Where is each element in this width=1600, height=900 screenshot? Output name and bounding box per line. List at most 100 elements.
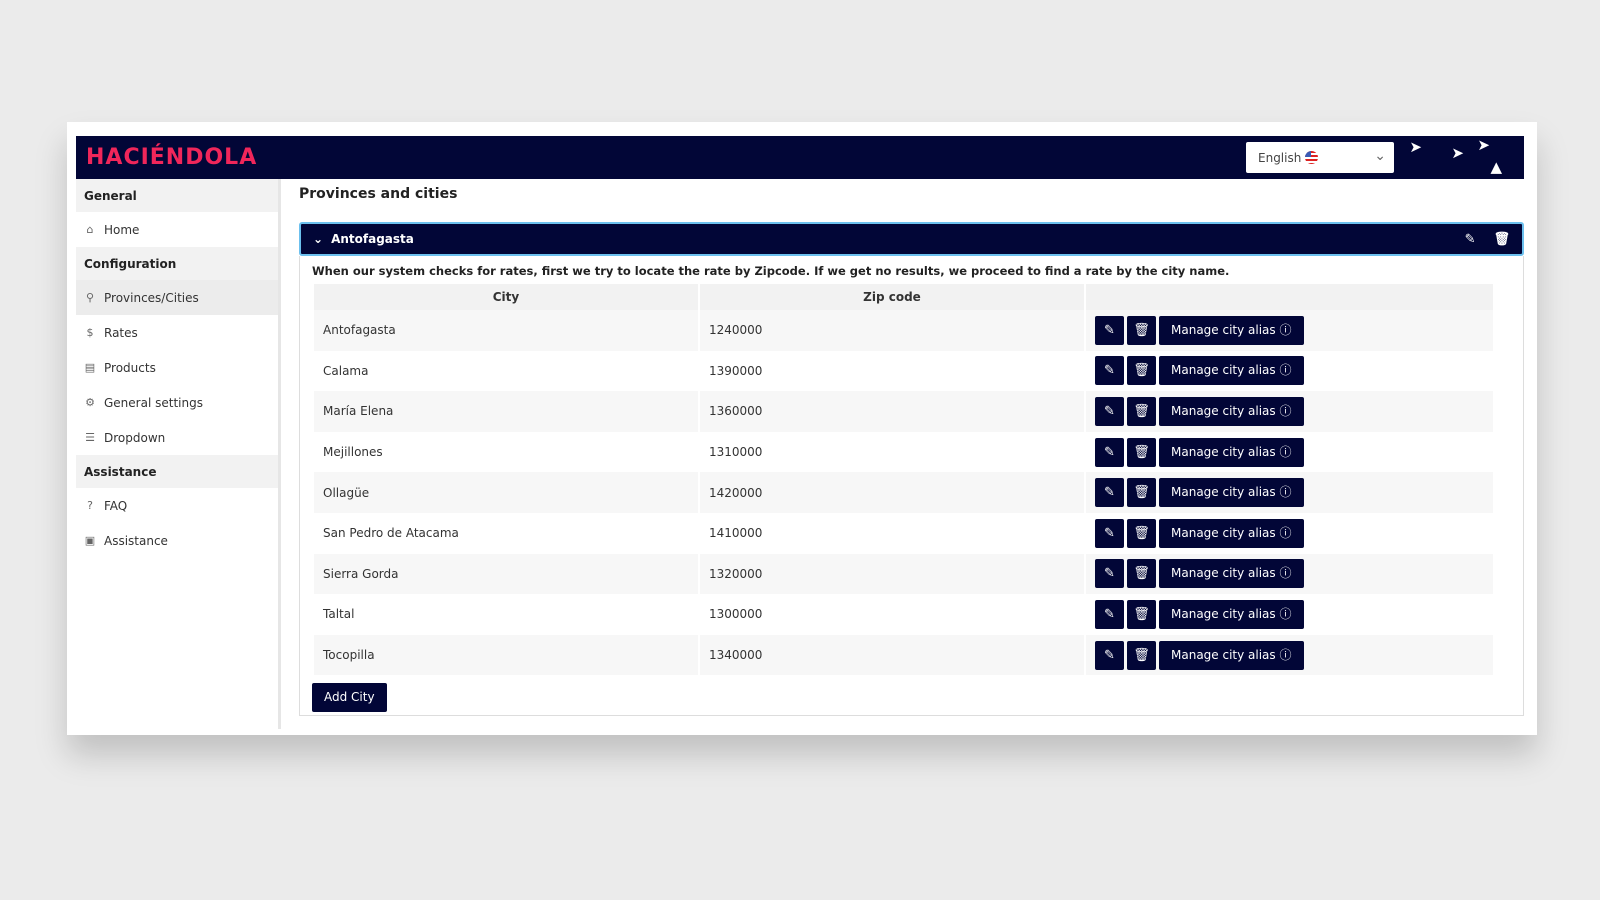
sidebar-item-label: Assistance [104, 533, 168, 548]
sidebar-section-configuration: Configuration [76, 247, 278, 280]
logo: HACIÉNDOLA [86, 145, 258, 170]
alias-label: Manage city alias [1171, 403, 1276, 418]
table-row: Calama 1390000 ✎ 🗑 Manage city alias ⓘ [314, 351, 1493, 392]
delete-city-button[interactable]: 🗑 [1127, 356, 1156, 386]
column-header-city: City [314, 284, 698, 310]
edit-city-button[interactable]: ✎ [1095, 396, 1124, 426]
edit-city-button[interactable]: ✎ [1095, 599, 1124, 629]
manage-city-alias-button[interactable]: Manage city alias ⓘ [1159, 396, 1304, 426]
table-row: San Pedro de Atacama 1410000 ✎ 🗑 Manage ci… [314, 513, 1493, 554]
zip-cell: 1240000 [700, 310, 1084, 351]
add-city-button[interactable]: Add City [312, 683, 387, 713]
help-circle-icon: ⓘ [1279, 606, 1292, 621]
edit-city-button[interactable]: ✎ [1095, 559, 1124, 589]
delete-city-button[interactable]: 🗑 [1127, 599, 1156, 629]
language-select[interactable]: English ⌄ [1246, 142, 1394, 173]
delete-city-button[interactable]: 🗑 [1127, 396, 1156, 426]
us-flag-icon [1305, 151, 1319, 164]
city-cell: María Elena [314, 391, 698, 432]
edit-city-button[interactable]: ✎ [1095, 356, 1124, 386]
sidebar-item-label: FAQ [104, 498, 128, 513]
zip-cell: 1320000 [700, 553, 1084, 595]
sidebar: General ⌂ Home Configuration ⚲ Provinces/Citi… [76, 179, 281, 729]
manage-city-alias-button[interactable]: Manage city alias ⓘ [1159, 518, 1304, 548]
sidebar-item-label: General settings [104, 395, 203, 410]
city-cell: Tocopilla [314, 634, 698, 676]
actions-cell: ✎ 🗑 Manage city alias ⓘ [1086, 351, 1493, 392]
manage-city-alias-button[interactable]: Manage city alias ⓘ [1159, 356, 1304, 386]
alias-label: Manage city alias [1171, 606, 1276, 621]
city-cell: Taltal [323, 607, 355, 622]
edit-city-button[interactable]: ✎ [1095, 640, 1124, 670]
zip-cell: 1420000 [700, 472, 1084, 513]
actions-cell: ✎ 🗑 Manage city alias ⓘ [1086, 391, 1493, 432]
manage-city-alias-button[interactable]: Manage city alias ⓘ [1159, 599, 1304, 629]
column-header-actions [1086, 284, 1493, 310]
table-row: María Elena 1360000 ✎ 🗑 Manage city alias … [314, 391, 1493, 432]
question-icon: ? [87, 499, 93, 512]
table-row: Sierra Gorda 1320000 ✎ 🗑 Manage city alias… [314, 553, 1493, 595]
table-row: Tocopilla 1340000 ✎ 🗑 Manage city alias ⓘ [314, 634, 1493, 676]
manage-city-alias-button[interactable]: Manage city alias ⓘ [1159, 559, 1304, 589]
alias-label: Manage city alias [1171, 525, 1276, 540]
help-circle-icon: ⓘ [1279, 403, 1292, 418]
table-row: Taltal 1300000 ✎ 🗑 Manage city alias ⓘ [314, 594, 1493, 635]
actions-cell: ✎ 🗑 Manage city alias ⓘ [1086, 553, 1493, 595]
actions-cell: ✎ 🗑 Manage city alias ⓘ [1086, 472, 1493, 513]
sidebar-item-provinces-cities[interactable]: ⚲ Provinces/Cities [76, 280, 278, 315]
sidebar-item-rates[interactable]: $ Rates [76, 315, 278, 350]
sidebar-item-label: Rates [104, 325, 138, 340]
delete-city-button[interactable]: 🗑 [1127, 315, 1156, 345]
column-header-zip: Zip code [700, 284, 1084, 310]
gear-icon: ⚙ [85, 396, 95, 409]
edit-province-icon[interactable]: ✎ [1465, 232, 1476, 247]
alias-label: Manage city alias [1171, 566, 1276, 581]
delete-city-button[interactable]: 🗑 [1127, 640, 1156, 670]
sidebar-item-label: Provinces/Cities [104, 290, 199, 305]
location-pin-icon: ⚲ [85, 291, 95, 304]
actions-cell: ✎ 🗑 Manage city alias ⓘ [1086, 594, 1493, 635]
delete-city-button[interactable]: 🗑 [1127, 437, 1156, 467]
edit-city-button[interactable]: ✎ [1095, 315, 1124, 345]
actions-cell: ✎ 🗑 Manage city alias ⓘ [1086, 310, 1493, 351]
alias-label: Manage city alias [1171, 322, 1276, 337]
alias-label: Manage city alias [1171, 647, 1276, 662]
manage-city-alias-button[interactable]: Manage city alias ⓘ [1159, 437, 1304, 467]
chevron-down-icon[interactable]: ⌄ [313, 232, 323, 246]
sidebar-item-dropdown[interactable]: ☰ Dropdown [76, 420, 278, 455]
delete-province-icon[interactable]: 🗑 [1493, 232, 1510, 247]
sidebar-item-home[interactable]: ⌂ Home [76, 212, 278, 247]
sidebar-item-assistance[interactable]: ▣ Assistance [76, 523, 278, 558]
page-title: Provinces and cities [299, 186, 458, 202]
home-icon: ⌂ [86, 223, 94, 236]
city-cell: Antofagasta [314, 310, 698, 351]
help-circle-icon: ⓘ [1279, 363, 1292, 378]
actions-cell: ✎ 🗑 Manage city alias ⓘ [1086, 432, 1493, 473]
help-circle-icon: ⓘ [1279, 444, 1292, 459]
edit-city-button[interactable]: ✎ [1095, 478, 1124, 508]
edit-city-button[interactable]: ✎ [1095, 518, 1124, 548]
city-cell: Sierra Gorda [314, 553, 698, 595]
sidebar-item-faq[interactable]: ? FAQ [76, 488, 278, 523]
delete-city-button[interactable]: 🗑 [1127, 518, 1156, 548]
table-row: Antofagasta 1240000 ✎ 🗑 Manage city alias … [314, 310, 1493, 351]
manage-city-alias-button[interactable]: Manage city alias ⓘ [1159, 478, 1304, 508]
delete-city-button[interactable]: 🗑 [1127, 478, 1156, 508]
sidebar-section-assistance: Assistance [76, 455, 278, 488]
table-row: Mejillones 1310000 ✎ 🗑 Manage city alias ⓘ [314, 432, 1493, 473]
sidebar-item-label: Products [104, 360, 156, 375]
edit-city-button[interactable]: ✎ [1095, 437, 1124, 467]
manage-city-alias-button[interactable]: Manage city alias ⓘ [1159, 640, 1304, 670]
sidebar-item-label: Home [104, 222, 140, 237]
province-accordion-header[interactable]: ⌄ Antofagasta ✎ 🗑 [299, 222, 1524, 256]
sidebar-item-products[interactable]: ▤ Products [76, 350, 278, 385]
province-accordion-body: When our system checks for rates, first … [299, 256, 1524, 716]
delete-city-button[interactable]: 🗑 [1127, 559, 1156, 589]
city-cell: Ollagüe [314, 472, 698, 513]
manage-city-alias-button[interactable]: Manage city alias ⓘ [1159, 315, 1304, 345]
help-circle-icon: ⓘ [1279, 485, 1292, 500]
zip-cell: 1360000 [700, 391, 1084, 432]
province-name: Antofagasta [331, 232, 414, 246]
main-content: Provinces and cities ⌄ Antofagasta ✎ 🗑 W… [299, 179, 1524, 716]
sidebar-item-general-settings[interactable]: ⚙ General settings [76, 385, 278, 420]
